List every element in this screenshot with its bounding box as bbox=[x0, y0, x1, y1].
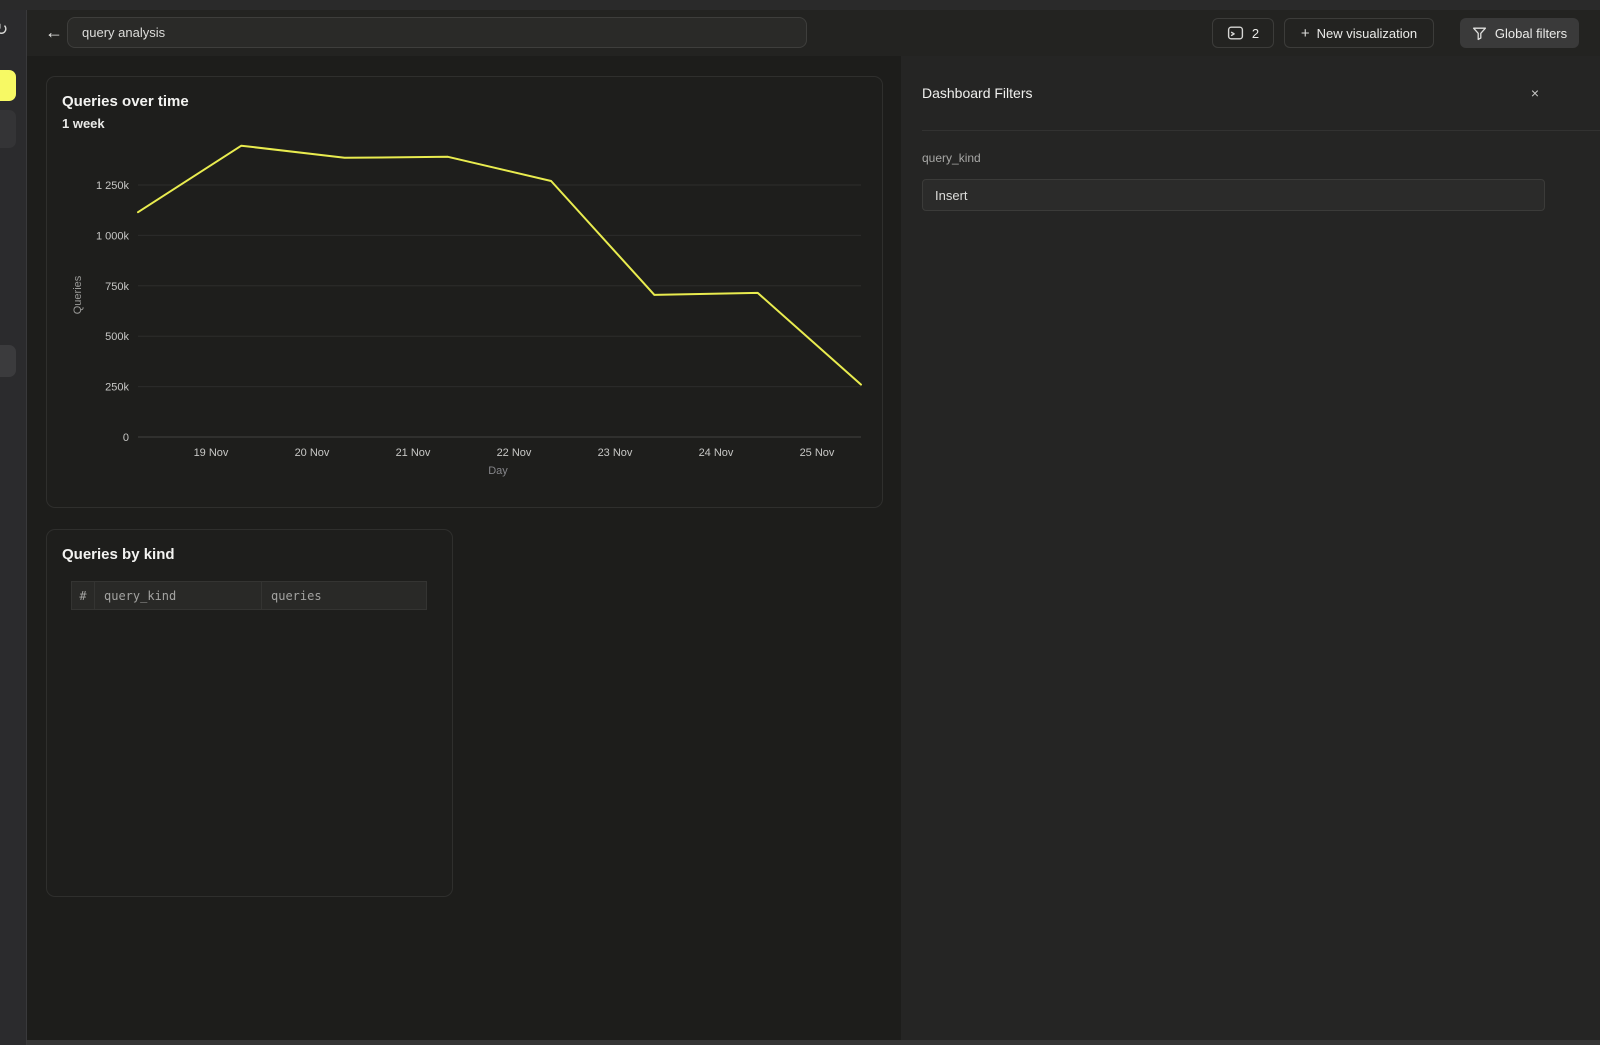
rail-item-active[interactable] bbox=[0, 70, 16, 101]
rail-item[interactable] bbox=[0, 110, 16, 148]
chart-title: Queries over time bbox=[62, 93, 189, 110]
chart-subtitle: 1 week bbox=[62, 116, 105, 131]
column-header-queries: queries bbox=[262, 582, 427, 610]
top-bar: ← 2 + New visualization Global filters bbox=[27, 10, 1600, 56]
dashboard-app: ↻ ← 2 + New visualization bbox=[0, 0, 1600, 1045]
horizontal-scrollbar[interactable] bbox=[27, 1040, 1600, 1045]
new-visualization-button[interactable]: + New visualization bbox=[1284, 18, 1434, 48]
x-tick-label: 25 Nov bbox=[800, 447, 835, 459]
global-filters-label: Global filters bbox=[1495, 26, 1567, 41]
x-axis-label: Day bbox=[488, 465, 508, 477]
dashboard-canvas: Queries over time 1 week 0 250k 500k 750k 1 … bbox=[27, 56, 901, 1045]
back-arrow-icon: ← bbox=[45, 22, 63, 43]
funnel-icon bbox=[1472, 26, 1487, 41]
query-kind-filter-input[interactable] bbox=[922, 179, 1545, 211]
queries-by-kind-card: Queries by kind # query_kind queries bbox=[46, 529, 453, 897]
y-tick-label: 750k bbox=[105, 281, 129, 293]
dashboard-filters-panel: Dashboard Filters × query_kind bbox=[901, 56, 1600, 1045]
table-title: Queries by kind bbox=[62, 546, 175, 563]
column-header-query-kind: query_kind bbox=[95, 582, 262, 610]
y-tick-label: 250k bbox=[105, 382, 129, 394]
visualization-icon bbox=[1227, 25, 1244, 41]
y-tick-label: 0 bbox=[123, 432, 129, 444]
y-tick-label: 1 000k bbox=[96, 230, 130, 242]
x-tick-label: 24 Nov bbox=[699, 447, 734, 459]
new-visualization-label: New visualization bbox=[1317, 26, 1417, 41]
x-tick-label: 20 Nov bbox=[295, 447, 330, 459]
visualization-count-button[interactable]: 2 bbox=[1212, 18, 1274, 48]
x-tick-label: 21 Nov bbox=[396, 447, 431, 459]
x-tick-label: 22 Nov bbox=[497, 447, 532, 459]
visualization-count: 2 bbox=[1252, 26, 1259, 41]
plus-icon: + bbox=[1301, 25, 1310, 42]
y-tick-label: 1 250k bbox=[96, 180, 130, 192]
dashboard-title-input[interactable] bbox=[67, 17, 807, 48]
back-button[interactable]: ← bbox=[38, 17, 70, 48]
left-rail: ↻ bbox=[0, 10, 27, 1045]
global-filters-button[interactable]: Global filters bbox=[1460, 18, 1579, 48]
panel-divider bbox=[922, 130, 1600, 131]
x-tick-label: 19 Nov bbox=[194, 447, 229, 459]
queries-over-time-chart: 0 250k 500k 750k 1 000k 1 250k 19 Nov 20 Nov 21 … bbox=[61, 135, 876, 495]
rail-item[interactable] bbox=[0, 345, 16, 377]
queries-line-series bbox=[138, 146, 861, 385]
table-header-row: # query_kind queries bbox=[72, 582, 427, 610]
refresh-icon[interactable]: ↻ bbox=[0, 20, 8, 40]
queries-by-kind-table: # query_kind queries bbox=[71, 581, 427, 610]
column-header-index: # bbox=[72, 582, 95, 610]
x-tick-label: 23 Nov bbox=[598, 447, 633, 459]
queries-over-time-card: Queries over time 1 week 0 250k 500k 750k 1 … bbox=[46, 76, 883, 508]
y-axis-label: Queries bbox=[72, 275, 84, 314]
window-top-strip bbox=[0, 0, 1600, 10]
close-icon[interactable]: × bbox=[1525, 83, 1545, 103]
filters-panel-title: Dashboard Filters bbox=[922, 85, 1033, 101]
y-tick-label: 500k bbox=[105, 331, 129, 343]
filter-field-label: query_kind bbox=[922, 151, 981, 165]
